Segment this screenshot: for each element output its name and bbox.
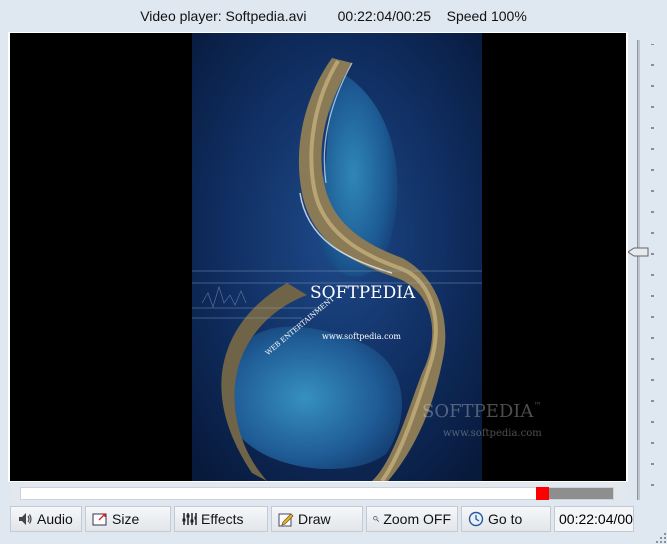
volume-thumb[interactable] [628, 247, 650, 257]
goto-label: Go to [488, 511, 523, 527]
overlay-logo-text: SOFTPEDIA [422, 401, 534, 422]
video-area[interactable]: SOFTPEDIA www.softpedia.com WEB ENTERTAI… [10, 33, 626, 481]
seek-track [20, 487, 614, 500]
audio-label: Audio [37, 511, 73, 527]
app-label: Video player: [140, 8, 222, 24]
playback-speed: Speed 100% [446, 8, 527, 24]
title-bar: Video player: Softpedia.avi 00:22:04/00:… [0, 0, 667, 32]
pencil-icon [278, 513, 294, 527]
magnifier-icon [373, 516, 380, 522]
overlay-url: www.softpedia.com [443, 428, 542, 439]
goto-button[interactable]: Go to [461, 506, 551, 532]
draw-button[interactable]: Draw [271, 506, 363, 532]
volume-track [637, 40, 640, 500]
size-label: Size [112, 511, 140, 527]
zoom-label: Zoom OFF [383, 511, 451, 527]
audio-button[interactable]: Audio [10, 506, 82, 532]
overlay-logo-tm: ™ [533, 401, 542, 410]
file-name: Softpedia.avi [225, 8, 307, 24]
effects-label: Effects [201, 511, 244, 527]
time-display-text: 00:22:04/00:25 [559, 511, 633, 527]
draw-label: Draw [298, 511, 331, 527]
resize-grip-icon[interactable] [655, 532, 667, 544]
playback-time: 00:22:04/00:25 [337, 8, 432, 24]
toolbar: Audio Size Effects Draw Zoom OFF Go to 0… [10, 503, 657, 535]
equalizer-icon [182, 513, 197, 525]
speaker-icon [19, 513, 32, 525]
volume-slider[interactable] [628, 32, 657, 512]
size-button[interactable]: Size [85, 506, 171, 532]
seek-remaining [538, 488, 613, 499]
resize-icon [92, 513, 107, 526]
effects-button[interactable]: Effects [174, 506, 268, 532]
clock-icon [468, 511, 484, 527]
volume-ticks [651, 44, 654, 486]
seek-thumb[interactable] [536, 487, 549, 500]
zoom-button[interactable]: Zoom OFF [366, 506, 458, 532]
time-display: 00:22:04/00:25 [554, 506, 634, 532]
seek-bar[interactable] [10, 483, 626, 501]
watermark-url: www.softpedia.com [322, 332, 401, 341]
overlay-logo: SOFTPEDIA™ [422, 401, 541, 422]
